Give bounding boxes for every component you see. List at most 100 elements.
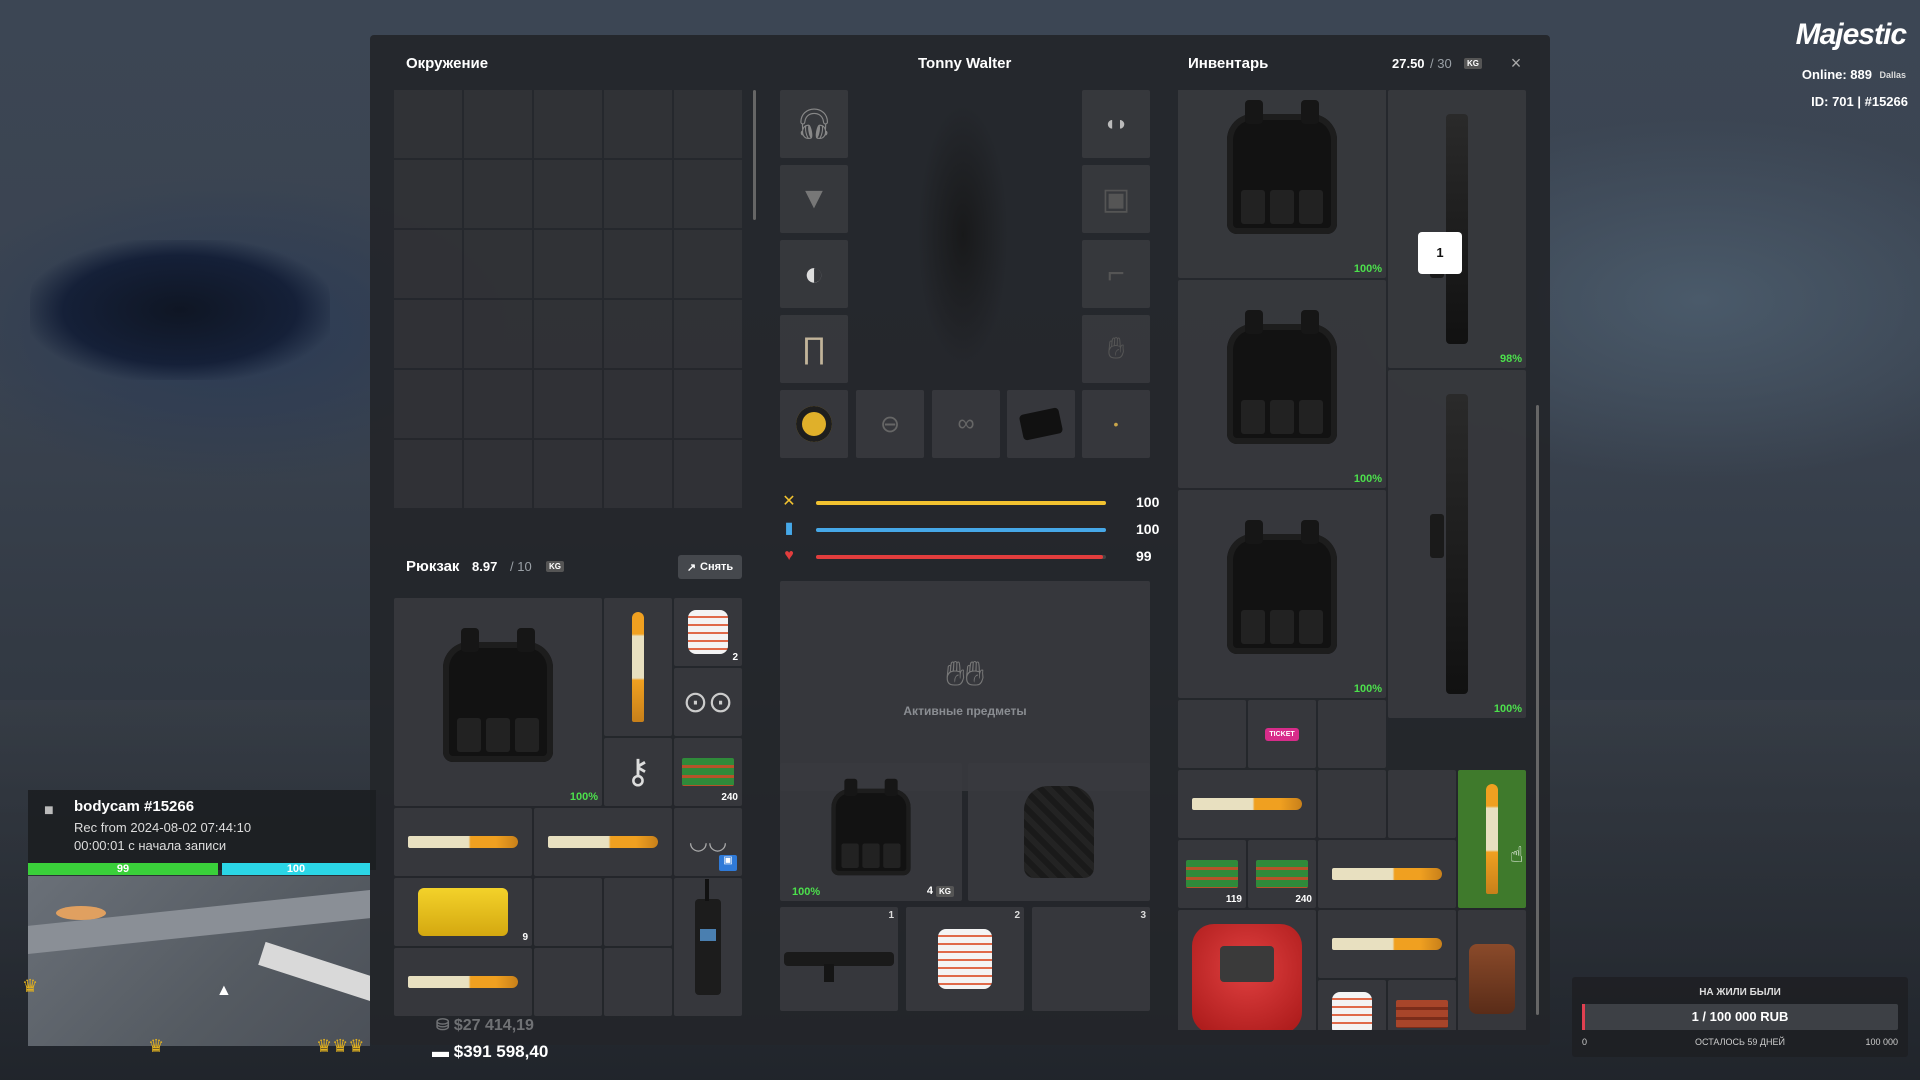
firework-rocket-icon xyxy=(1332,868,1442,880)
hotbar-slot-3[interactable]: 3 xyxy=(1032,907,1150,1011)
env-slot[interactable] xyxy=(674,300,742,368)
bodycam-rec-time: Rec from 2024-08-02 07:44:10 xyxy=(74,820,252,835)
env-slot[interactable] xyxy=(464,90,532,158)
inventory-slot-bandage[interactable]: 2 xyxy=(1318,980,1386,1030)
equip-slot-shirt[interactable]: ▼ xyxy=(780,165,848,233)
backpack-slot-empty[interactable] xyxy=(534,878,602,946)
env-slot[interactable] xyxy=(604,370,672,438)
backpack-slot-empty[interactable] xyxy=(534,948,602,1016)
inventory-slot-ticket[interactable]: TICKET xyxy=(1248,700,1316,768)
env-slot[interactable] xyxy=(394,160,462,228)
env-slot[interactable] xyxy=(674,90,742,158)
active-items-area[interactable]: ✋︎✋︎ Активные предметы xyxy=(780,581,1150,791)
equip-slot-earrings[interactable]: ∞ xyxy=(932,390,1000,458)
equip-slot-vest[interactable]: ▣ xyxy=(1082,165,1150,233)
env-slot[interactable] xyxy=(394,300,462,368)
minimap[interactable]: ▲ xyxy=(28,876,370,1046)
backpack-slot-rocket[interactable] xyxy=(604,598,672,736)
inventory-header: Инвентарь 27.50 / 30 KG xyxy=(1188,55,1538,77)
inventory-slot-ammo3[interactable]: 48 xyxy=(1388,980,1456,1030)
env-slot[interactable] xyxy=(464,160,532,228)
backpack-slot-binoculars[interactable]: ⊙⊙ xyxy=(674,668,742,736)
inventory-vest-slot-3[interactable]: 100% xyxy=(1178,490,1386,698)
equipped-backpack-slot[interactable] xyxy=(968,763,1150,901)
env-slot[interactable] xyxy=(604,440,672,508)
backpack-slot-radio[interactable] xyxy=(674,878,742,1016)
inventory-slot-ammo1[interactable]: 119 xyxy=(1178,840,1246,908)
env-slot[interactable] xyxy=(394,440,462,508)
env-slot[interactable] xyxy=(674,440,742,508)
equip-slot-gloves[interactable]: ✋︎ xyxy=(1082,315,1150,383)
env-slot[interactable] xyxy=(534,230,602,298)
env-slot[interactable] xyxy=(394,370,462,438)
backpack-vest-slot[interactable]: 100% xyxy=(394,598,602,806)
backpack-slot-medkit[interactable]: 9 xyxy=(394,878,532,946)
hotbar-slot-2[interactable]: 2 xyxy=(906,907,1024,1011)
equip-slot-glasses[interactable]: ◖◗ xyxy=(1082,90,1150,158)
hunger-value: 100 xyxy=(1136,494,1160,510)
inventory-slot-wallet[interactable] xyxy=(1458,910,1526,1030)
remove-backpack-button[interactable]: ↗ Снять xyxy=(678,555,742,579)
backpack-slot-empty[interactable] xyxy=(604,948,672,1016)
inventory-slot-rocket-h1[interactable] xyxy=(1178,770,1316,838)
inventory-rifle-slot-2[interactable]: 100% xyxy=(1388,370,1526,718)
backpack-slot-rocket-h2[interactable] xyxy=(534,808,672,876)
equip-slot-mask[interactable]: ⊖ xyxy=(856,390,924,458)
env-slot[interactable] xyxy=(604,90,672,158)
backpack-slot-rocket-h3[interactable] xyxy=(394,948,532,1016)
equipped-vest-slot[interactable]: 100% 4 KG xyxy=(780,763,962,901)
env-slot[interactable] xyxy=(464,230,532,298)
backpack-slot-key[interactable]: ⚷ xyxy=(604,738,672,806)
equip-slot-bag[interactable] xyxy=(1007,390,1075,458)
backpack-slot-bandage[interactable]: 2 xyxy=(674,598,742,666)
inventory-vest-slot-1[interactable]: 100% xyxy=(1178,90,1386,278)
inventory-slot-rocket-h3[interactable] xyxy=(1318,910,1456,978)
character-name: Tonny Walter xyxy=(918,55,1012,72)
inventory-slot-empty[interactable] xyxy=(1388,770,1456,838)
inventory-slot-ammo2[interactable]: 240 xyxy=(1248,840,1316,908)
env-slot[interactable] xyxy=(394,230,462,298)
inventory-slot-rocket-selected[interactable] xyxy=(1458,770,1526,908)
env-slot[interactable] xyxy=(534,300,602,368)
env-slot[interactable] xyxy=(464,300,532,368)
bodycam-panel: ■ bodycam #15266 Rec from 2024-08-02 07:… xyxy=(28,790,376,870)
env-slot[interactable] xyxy=(604,230,672,298)
firework-rocket-icon xyxy=(408,836,518,848)
inventory-vest-slot-2[interactable]: 100% xyxy=(1178,280,1386,488)
inventory-slot-empty[interactable] xyxy=(1318,700,1386,768)
close-button[interactable]: × xyxy=(1504,51,1528,75)
inventory-slot-empty[interactable] xyxy=(1318,770,1386,838)
equip-slot-headphones[interactable]: 🎧︎ xyxy=(780,90,848,158)
env-slot[interactable] xyxy=(534,370,602,438)
equip-slot-accessory[interactable]: • xyxy=(1082,390,1150,458)
backpack-slot-empty[interactable] xyxy=(604,878,672,946)
env-slot[interactable] xyxy=(604,160,672,228)
backpack-slot-ammo[interactable]: 240 xyxy=(674,738,742,806)
hotbar-slot-1[interactable]: 1 xyxy=(780,907,898,1011)
env-slot[interactable] xyxy=(534,440,602,508)
equip-slot-necklace[interactable]: ◐ xyxy=(780,240,848,308)
equip-slot-pants[interactable]: ∏ xyxy=(780,315,848,383)
env-slot[interactable] xyxy=(674,160,742,228)
donation-remaining: ОСТАЛОСЬ 59 ДНЕЙ xyxy=(1695,1037,1785,1047)
inventory-rifle-slot-1[interactable]: 98% xyxy=(1388,90,1526,368)
inventory-scrollbar[interactable] xyxy=(1536,405,1539,1015)
env-slot[interactable] xyxy=(604,300,672,368)
env-slot[interactable] xyxy=(534,90,602,158)
equip-slot-shoes[interactable]: ⌐ xyxy=(1082,240,1150,308)
donation-max: 100 000 xyxy=(1865,1037,1898,1047)
env-slot[interactable] xyxy=(394,90,462,158)
inventory-slot-rocket-h2[interactable] xyxy=(1318,840,1456,908)
equip-slot-watch[interactable] xyxy=(780,390,848,458)
env-slot[interactable] xyxy=(464,370,532,438)
backpack-slot-glasses[interactable]: ◡◡ ▣ xyxy=(674,808,742,876)
env-slot[interactable] xyxy=(534,160,602,228)
backpack-slot-rocket-h1[interactable] xyxy=(394,808,532,876)
env-slot[interactable] xyxy=(464,440,532,508)
env-slot[interactable] xyxy=(674,370,742,438)
env-slot[interactable] xyxy=(674,230,742,298)
inventory-slot-empty[interactable] xyxy=(1178,700,1246,768)
ammo-box-icon xyxy=(1186,860,1238,888)
environment-scrollbar[interactable] xyxy=(753,90,756,220)
inventory-slot-defibrillator[interactable] xyxy=(1178,910,1316,1030)
